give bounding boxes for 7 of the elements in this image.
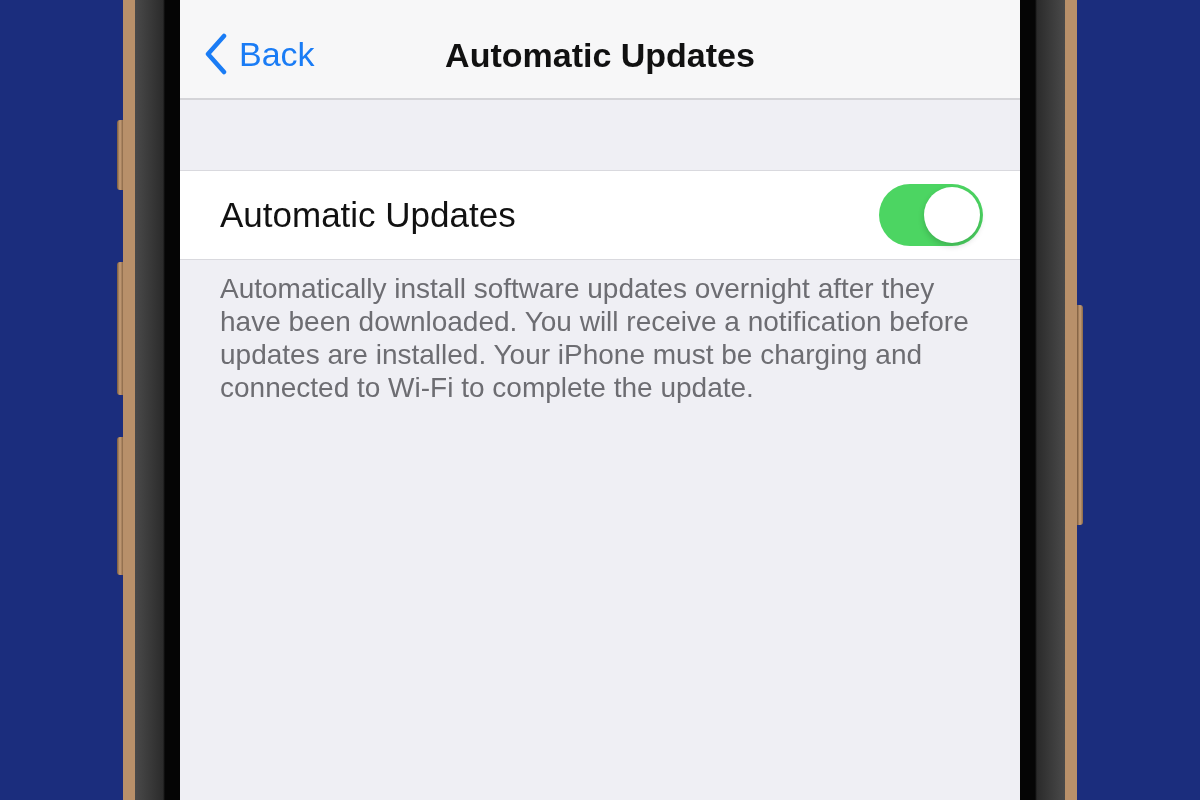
chevron-left-icon (204, 33, 228, 75)
screen-title: Automatic Updates (445, 36, 755, 75)
footer-note: Automatically install software updates overnight after they have been downloaded. You will receive a notification before updates are installed. Your iPhone must be charging and connected to Wi-Fi to complete the update. (220, 272, 970, 404)
phone-side-key (117, 120, 123, 190)
toggle-switch[interactable] (879, 184, 983, 246)
setting-label: Automatic Updates (220, 195, 516, 235)
back-button[interactable]: Back (204, 33, 315, 75)
